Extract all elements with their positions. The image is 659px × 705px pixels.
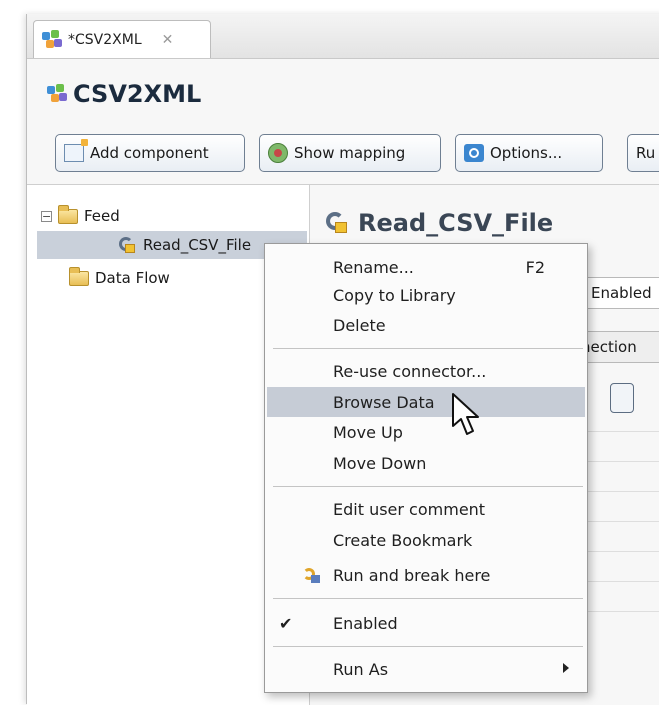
grid-line [580,551,659,552]
menu-item-delete[interactable]: Delete [267,310,585,340]
grid-line [580,491,659,492]
grid-line [580,581,659,582]
menu-separator [273,486,583,487]
page-title: CSV2XML [47,80,201,108]
tree-item-label: Read_CSV_File [143,236,252,254]
folder-icon [69,266,89,286]
menu-item-label: Run As [333,659,389,679]
menu-item-copy-to-library[interactable]: Copy to Library [267,280,585,310]
menu-item-rename[interactable]: Rename... F2 [267,252,585,282]
options-button[interactable]: Options... [455,134,603,172]
submenu-arrow-icon [563,663,569,673]
menu-item-run-as[interactable]: Run As [267,654,585,684]
enabled-field-text: Enabled [591,284,652,302]
run-label: Ru [636,144,656,162]
menu-item-label: Move Down [333,453,427,473]
menu-item-label: Create Bookmark [333,530,473,550]
menu-item-label: Delete [333,315,386,335]
menu-item-label: Rename... [333,257,414,277]
detail-title-text: Read_CSV_File [358,209,554,237]
menu-item-run-and-break-here[interactable]: Run and break here [267,560,585,590]
add-component-label: Add component [90,144,209,162]
menu-item-label: Move Up [333,422,403,442]
menu-separator [273,598,583,599]
menu-item-enabled[interactable]: ✔ Enabled [267,608,585,638]
component-cube-icon [47,84,67,104]
menu-separator [273,348,583,349]
context-menu: Rename... F2 Copy to Library Delete Re-u… [264,243,588,693]
mapping-icon [268,143,288,163]
tab-connection-label: nection [581,338,637,356]
tree-item-feed[interactable]: − Feed [41,203,120,229]
menu-item-label: Enabled [333,613,398,633]
csv-reader-icon [324,210,350,236]
show-mapping-label: Show mapping [294,144,406,162]
tree-item-label: Feed [84,207,120,225]
menu-item-label: Browse Data [333,392,435,412]
run-button[interactable]: Ru [627,134,659,172]
folder-icon [58,204,78,224]
collapse-icon[interactable]: − [41,210,52,222]
menu-item-move-down[interactable]: Move Down [267,448,585,478]
tab-csv2xml[interactable]: *CSV2XML ✕ [33,20,211,58]
tree-item-data-flow[interactable]: Data Flow [69,265,170,291]
grid-line [580,521,659,522]
menu-item-label: Copy to Library [333,285,456,305]
options-icon [464,144,484,162]
enabled-field[interactable]: Enabled [580,277,659,309]
menu-item-browse-data[interactable]: Browse Data [267,387,585,417]
menu-item-accelerator: F2 [525,257,545,277]
component-cube-icon [42,29,62,50]
tab-title: *CSV2XML [68,31,142,48]
browse-button[interactable] [610,383,634,413]
grid-line [580,611,659,612]
run-break-icon [303,566,321,584]
menu-item-label: Run and break here [333,565,491,585]
show-mapping-button[interactable]: Show mapping [259,134,441,172]
menu-item-create-bookmark[interactable]: Create Bookmark [267,525,585,555]
grid-line [580,431,659,432]
grid-line [580,461,659,462]
editor-tab-bar: *CSV2XML ✕ [27,14,659,59]
close-icon[interactable]: ✕ [162,32,174,48]
menu-item-edit-user-comment[interactable]: Edit user comment [267,494,585,524]
detail-title: Read_CSV_File [324,209,553,237]
checkmark-icon: ✔ [279,613,293,633]
menu-item-label: Re-use connector... [333,361,487,381]
menu-item-label: Edit user comment [333,499,486,519]
options-label: Options... [490,144,563,162]
csv-reader-icon [117,235,137,255]
menu-item-move-up[interactable]: Move Up [267,417,585,447]
add-component-icon [64,139,88,162]
add-component-button[interactable]: Add component [55,134,245,172]
page-title-text: CSV2XML [73,80,202,108]
tree-item-label: Data Flow [95,269,170,287]
menu-item-reuse-connector[interactable]: Re-use connector... [267,356,585,386]
menu-separator [273,646,583,647]
tab-connection[interactable]: nection [580,331,659,363]
mouse-cursor-icon [452,393,479,435]
